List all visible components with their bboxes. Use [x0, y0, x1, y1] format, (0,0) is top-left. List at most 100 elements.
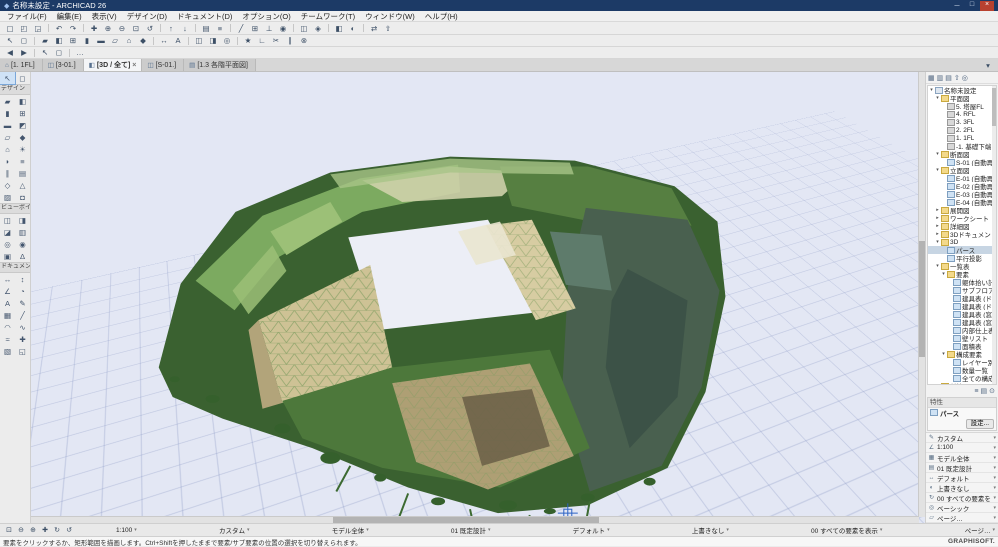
3d-filter-button[interactable]: ◐	[347, 23, 360, 33]
marquee-tool[interactable]: ◻	[15, 72, 30, 84]
menu-item[interactable]: オプション(O)	[237, 11, 295, 22]
tab-1fl[interactable]: ⌂ [1. 1FL]	[0, 59, 43, 71]
radial-dimension-tool[interactable]: ◔	[15, 285, 30, 297]
slab-tool[interactable]: ▱	[0, 131, 15, 143]
camera-tool-button[interactable]: ◎	[221, 36, 234, 46]
previous-zoom-button[interactable]: ↺	[144, 23, 157, 33]
gravity-button[interactable]: ⊥	[263, 23, 276, 33]
settings-button[interactable]: 設定...	[966, 419, 994, 429]
change-tool[interactable]: Δ	[15, 250, 30, 262]
navigator-tree-item[interactable]: レイヤー別構成要素	[928, 358, 992, 366]
arrow-tool[interactable]: ↖	[0, 72, 15, 84]
navigator-tree-item[interactable]: S-01 (自動再構築)	[928, 158, 992, 166]
navigator-tree-item[interactable]: 平面図	[928, 94, 992, 102]
object-tool-button[interactable]: ◆	[137, 36, 150, 46]
navigator-tree-item[interactable]: サブフロア一覧	[928, 286, 992, 294]
stair-tool[interactable]: ≡	[15, 155, 30, 167]
menu-item[interactable]: デザイン(D)	[122, 11, 172, 22]
marquee-tool-button[interactable]: ◻	[18, 36, 31, 46]
pin-navigator-icon[interactable]: ◎	[962, 74, 968, 82]
split-button[interactable]: ✂	[270, 36, 283, 46]
minimize-button[interactable]: －	[950, 1, 964, 11]
measure-button[interactable]: ∟	[256, 36, 269, 46]
navigator-tree-item[interactable]: 3. 3FL	[928, 118, 992, 126]
navigator-tree-item[interactable]: E-04 (自動再構築)	[928, 198, 992, 206]
zone-tool[interactable]: ▨	[0, 191, 15, 203]
window-tool[interactable]: ⊞	[15, 107, 30, 119]
tree-expander-icon[interactable]	[935, 167, 940, 173]
drawing-tool[interactable]: ◱	[15, 345, 30, 357]
tree-expander-icon[interactable]	[929, 87, 934, 93]
polyline-tool[interactable]: ∿	[15, 321, 30, 333]
curtain-wall-tool[interactable]: ▤	[15, 167, 30, 179]
project-map-icon[interactable]: ▦	[928, 74, 935, 82]
navigator-tree-item[interactable]: 躯体拾い計算書	[928, 278, 992, 286]
detail-tool[interactable]: ◎	[0, 238, 15, 250]
pen-set-field[interactable]: ✎ カスタム ▾	[926, 433, 998, 443]
pan-button[interactable]: ✚	[39, 525, 51, 535]
layer-settings-button[interactable]: ▤	[200, 23, 213, 33]
renovation-filter-field[interactable]: ↻ 00 すべての要素を表示 ▾	[926, 493, 998, 503]
publisher-icon[interactable]: ⇧	[954, 74, 960, 82]
renovation-filter-field[interactable]: 00 すべての要素を表示 ▾	[811, 525, 882, 535]
publish-button[interactable]: ⇧	[382, 23, 395, 33]
navigator-tree-item[interactable]: 要素	[928, 270, 992, 278]
save-button[interactable]: ◲	[32, 23, 45, 33]
navigator-tree-item[interactable]: 建具表 (ドア)	[928, 294, 992, 302]
zoom-in-button[interactable]: ⊕	[27, 525, 39, 535]
tree-expander-icon[interactable]	[935, 263, 940, 269]
story-down-button[interactable]: ↓	[179, 23, 192, 33]
previous-zoom-button[interactable]: ↺	[63, 525, 75, 535]
navigator-tree-item[interactable]: -1. 基礎下端	[928, 142, 992, 150]
line-tool[interactable]: ╱	[15, 309, 30, 321]
roof-tool[interactable]: ⌂	[0, 143, 15, 155]
redo-button[interactable]: ↷	[67, 23, 80, 33]
tree-view-mode-icon[interactable]: ≡	[974, 388, 978, 395]
beam-tool[interactable]: ▬	[0, 119, 15, 131]
element-snap-button[interactable]: ◉	[277, 23, 290, 33]
point-cloud-model[interactable]	[159, 157, 726, 523]
beam-tool-button[interactable]: ▬	[95, 36, 108, 46]
skylight-tool[interactable]: ◩	[15, 119, 30, 131]
canvas-vertical-scrollbar[interactable]	[918, 72, 925, 517]
tree-expander-icon[interactable]	[941, 351, 946, 357]
menu-item[interactable]: 編集(E)	[52, 11, 87, 22]
navigator-tree-item[interactable]: 一覧表	[928, 262, 992, 270]
maximize-button[interactable]: □	[965, 1, 979, 11]
angle-dimension-tool[interactable]: ∠	[0, 285, 15, 297]
layout-book-icon[interactable]: ▤	[945, 74, 952, 82]
dimension-tool[interactable]: ↔	[0, 273, 15, 285]
navigator-tree-item[interactable]: 2. 2FL	[928, 126, 992, 134]
tree-scrollbar[interactable]	[992, 86, 996, 384]
3d-viewport[interactable]	[31, 72, 925, 523]
canvas-horizontal-scrollbar[interactable]	[31, 516, 919, 523]
zoom-fit-button[interactable]: ⊡	[3, 525, 15, 535]
intersect-button[interactable]: ⊗	[298, 36, 311, 46]
scale-field[interactable]: ∠ 1:100 ▾	[926, 443, 998, 453]
column-tool[interactable]: ▮	[0, 107, 15, 119]
infobox-more[interactable]: …	[74, 48, 87, 58]
3d-cutaway-button[interactable]: ◧	[333, 23, 346, 33]
shell-tool[interactable]: ◗	[0, 155, 15, 167]
new-file-button[interactable]: ▢	[4, 23, 17, 33]
scrollbar-thumb[interactable]	[919, 241, 925, 357]
navigator-tree-item[interactable]: 数量一覧	[928, 366, 992, 374]
menu-item[interactable]: ウィンドウ(W)	[360, 11, 420, 22]
navigator-tree-item[interactable]: 全ての構成要素	[928, 374, 992, 382]
graphic-override-field[interactable]: ◐ 上書きなし ▾	[926, 483, 998, 493]
pen-set-field[interactable]: カスタム ▾	[219, 525, 250, 535]
menu-item[interactable]: チームワーク(T)	[296, 11, 360, 22]
text-tool-button[interactable]: A	[172, 36, 185, 46]
infobox-marquee-tool[interactable]: ◻	[53, 48, 66, 58]
navigator-tree-item[interactable]: 平行投影	[928, 254, 992, 262]
navigator-tree-item[interactable]: 3Dドキュメント	[928, 230, 992, 238]
arc-tool[interactable]: ◠	[0, 321, 15, 333]
snap-grid-button[interactable]: ⊞	[249, 23, 262, 33]
offset-button[interactable]: ∥	[284, 36, 297, 46]
zoom-out-button[interactable]: ⊖	[15, 525, 27, 535]
magic-wand-button[interactable]: ★	[242, 36, 255, 46]
navigator-tree-item[interactable]: 5. 塔屋FL	[928, 102, 992, 110]
label-tool[interactable]: ✎	[15, 297, 30, 309]
dimension-style-field[interactable]: ↔ デフォルト ▾	[926, 473, 998, 483]
tab-layout-1-3[interactable]: ▤ [1.3 各階平面図]	[184, 59, 256, 71]
